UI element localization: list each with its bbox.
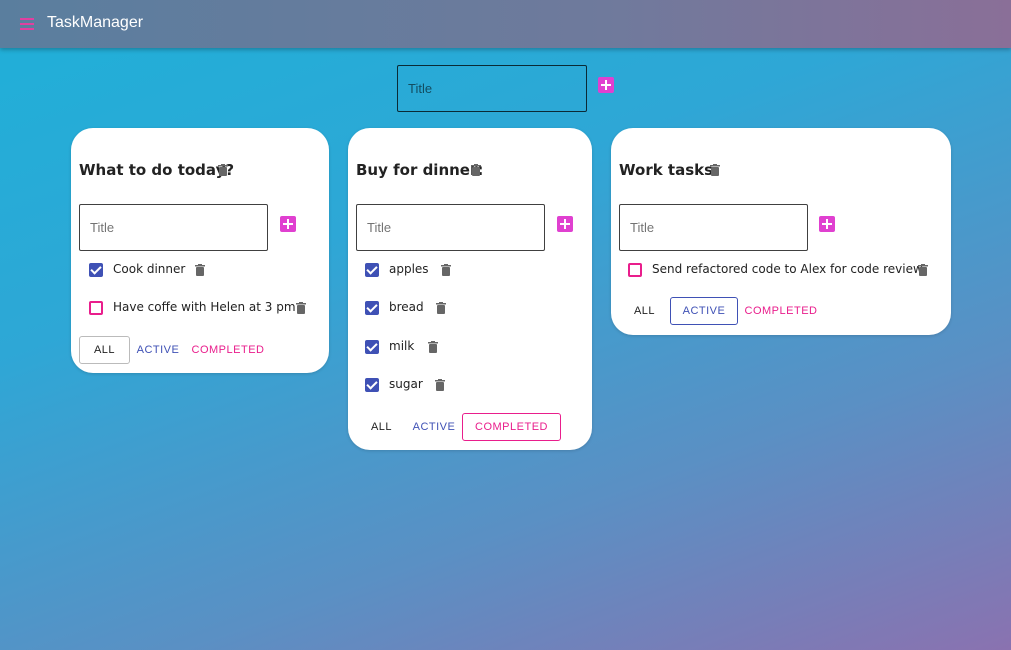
task-checkbox[interactable] <box>89 263 103 277</box>
add-task-icon[interactable] <box>280 216 296 232</box>
list-title: Work tasks <box>619 161 714 179</box>
delete-task-icon[interactable] <box>918 264 928 276</box>
task-text: apples <box>389 262 429 276</box>
filter-active-button[interactable]: ACTIVE <box>134 336 182 364</box>
add-list-icon[interactable] <box>598 77 614 93</box>
app-title: TaskManager <box>47 14 144 31</box>
task-checkbox[interactable] <box>365 301 379 315</box>
filter-all-button[interactable]: ALL <box>79 336 130 364</box>
task-text: bread <box>389 300 424 314</box>
delete-task-icon[interactable] <box>436 302 446 314</box>
delete-task-icon[interactable] <box>296 302 306 314</box>
task-title-field[interactable] <box>619 204 808 251</box>
menu-icon[interactable] <box>17 14 37 34</box>
delete-task-icon[interactable] <box>428 341 438 353</box>
delete-list-icon[interactable] <box>218 164 228 176</box>
task-checkbox[interactable] <box>365 378 379 392</box>
task-title-input[interactable] <box>90 220 267 235</box>
filter-active-button[interactable]: ACTIVE <box>411 413 457 441</box>
filter-completed-button[interactable]: COMPLETED <box>462 413 561 441</box>
new-list-title-input[interactable] <box>408 81 586 96</box>
task-text: Cook dinner <box>113 262 186 276</box>
task-title-field[interactable] <box>356 204 545 251</box>
todo-list-card: Buy for dinner: apples bread milk sugar … <box>348 128 592 450</box>
app-bar: TaskManager <box>0 0 1011 48</box>
delete-task-icon[interactable] <box>435 379 445 391</box>
new-list-title-field[interactable] <box>397 65 587 112</box>
task-checkbox[interactable] <box>89 301 103 315</box>
delete-task-icon[interactable] <box>441 264 451 276</box>
todo-list-card: What to do today? Cook dinner Have coffe… <box>71 128 329 373</box>
task-checkbox[interactable] <box>365 340 379 354</box>
filter-completed-button[interactable]: COMPLETED <box>188 336 268 364</box>
list-title: Buy for dinner: <box>356 161 484 179</box>
task-title-input[interactable] <box>630 220 807 235</box>
delete-list-icon[interactable] <box>710 164 720 176</box>
task-title-input[interactable] <box>367 220 544 235</box>
task-checkbox[interactable] <box>365 263 379 277</box>
add-task-icon[interactable] <box>557 216 573 232</box>
filter-active-button[interactable]: ACTIVE <box>670 297 738 325</box>
filter-all-button[interactable]: ALL <box>619 297 670 325</box>
filter-all-button[interactable]: ALL <box>356 413 407 441</box>
task-text: sugar <box>389 377 423 391</box>
task-text: Have coffe with Helen at 3 pm <box>113 300 296 314</box>
delete-list-icon[interactable] <box>471 164 481 176</box>
add-task-icon[interactable] <box>819 216 835 232</box>
task-text: Send refactored code to Alex for code re… <box>652 262 923 276</box>
list-title: What to do today? <box>79 161 235 179</box>
todo-list-card: Work tasks Send refactored code to Alex … <box>611 128 951 335</box>
task-title-field[interactable] <box>79 204 268 251</box>
task-checkbox[interactable] <box>628 263 642 277</box>
task-text: milk <box>389 339 415 353</box>
filter-completed-button[interactable]: COMPLETED <box>741 297 821 325</box>
delete-task-icon[interactable] <box>195 264 205 276</box>
